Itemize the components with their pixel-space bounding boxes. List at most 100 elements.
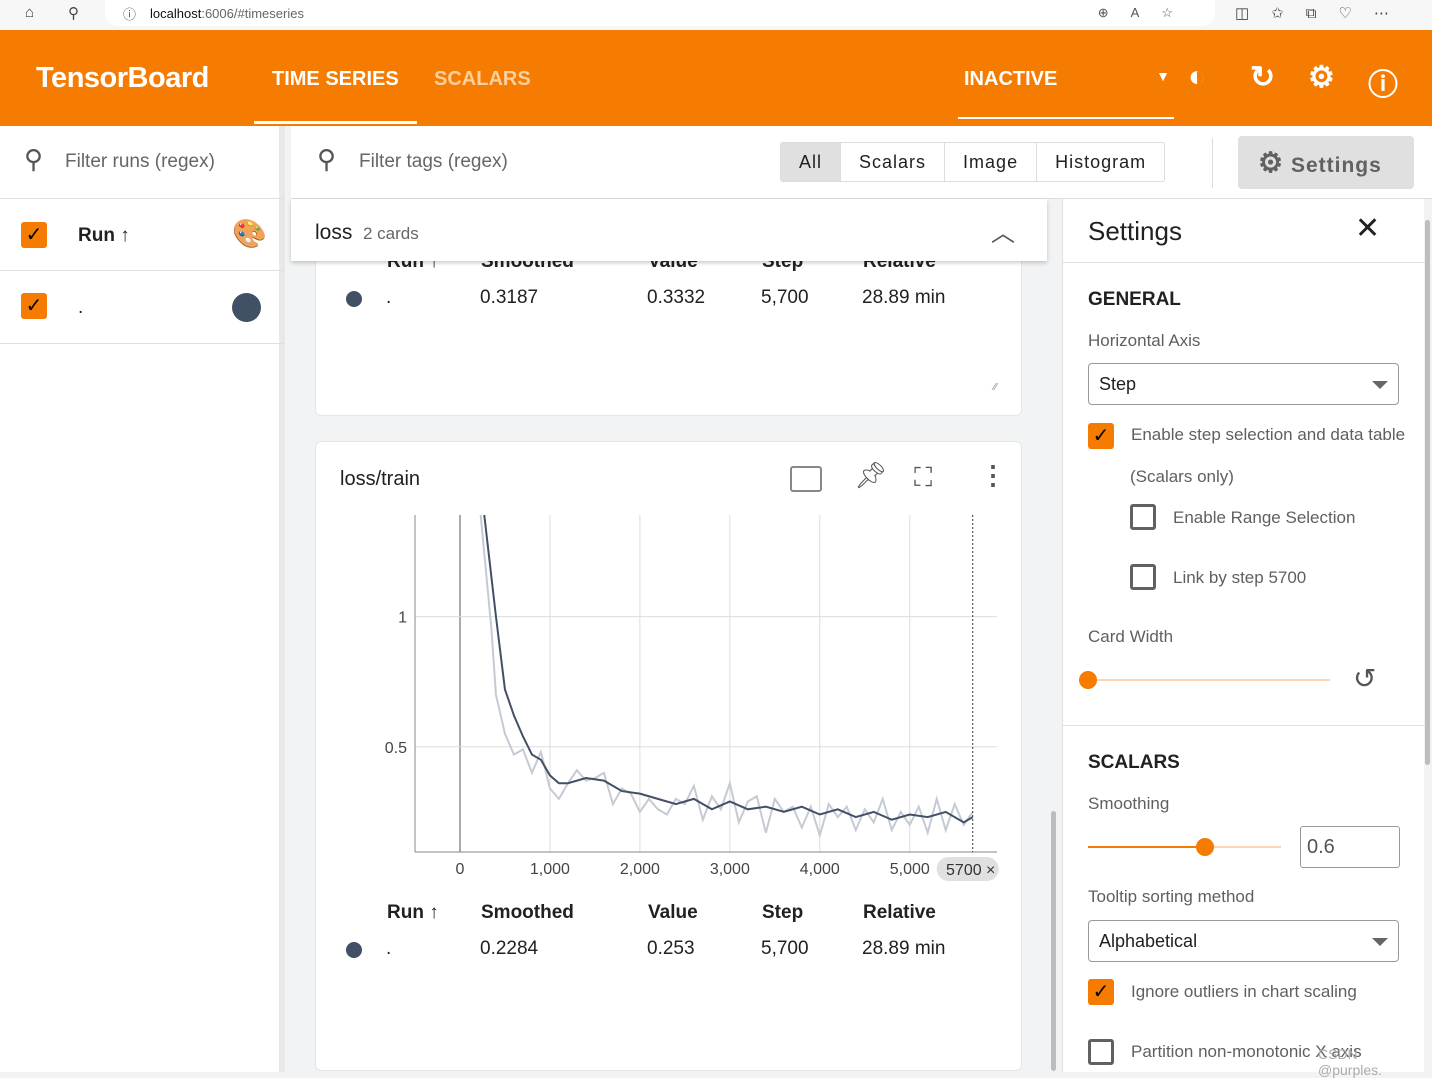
type-all-button[interactable]: All [781,143,842,181]
x-tick-label: 5,000 [890,861,930,878]
search-icon: ⚲ [24,144,44,174]
run-color-swatch[interactable] [232,293,261,322]
th-run: Run ↑ [387,902,439,923]
run-color-dot [346,291,362,307]
smoothing-slider[interactable] [1088,846,1281,848]
runs-header: ✓ Run ↑ 🎨 [0,199,285,271]
range-selection-checkbox[interactable] [1130,504,1156,530]
y-tick-label: 1 [398,610,407,627]
group-count: 2 cards [363,224,419,243]
run-column-header[interactable]: Run ↑ [78,225,130,247]
settings-gear-icon[interactable]: ⚙ [1308,60,1335,95]
run-state: INACTIVE [964,68,1058,90]
step-selection-label: Enable step selection and data table [1131,425,1406,444]
palette-icon[interactable]: 🎨 [232,217,267,250]
runs-filter-input[interactable]: Filter runs (regex) [65,151,215,173]
horizontal-axis-select[interactable]: Step [1088,363,1399,405]
card-width-slider[interactable] [1088,679,1330,681]
th-smoothed: Smoothed [481,902,574,923]
runs-sidebar: ⚲ Filter runs (regex) ✓ Run ↑ 🎨 ✓ . [0,126,285,1072]
reload-icon[interactable]: ↻ [1250,60,1275,95]
tags-filter-input[interactable]: Filter tags (regex) [359,151,508,173]
settings-title: Settings [1088,216,1182,246]
type-histogram-button[interactable]: Histogram [1037,143,1164,181]
horizontal-axis-label: Horizontal Axis [1088,331,1201,350]
card-width-thumb[interactable] [1079,671,1097,689]
x-tick-label: 0 [456,861,465,878]
main-panel: ⚲ Filter tags (regex) All Scalars Image … [291,126,1432,1072]
smoothed-series-line [483,514,974,824]
range-selection-label: Enable Range Selection [1173,508,1356,527]
group-header[interactable]: loss 2 cards ︿ [291,199,1047,261]
settings-scrollbar[interactable] [1425,220,1430,765]
link-by-step-checkbox[interactable] [1130,564,1156,590]
info-icon: ⓘ [123,6,137,22]
scalar-card-1: Run ↑ Smoothed Value Step Relative . 0.3… [315,236,1022,416]
smoothing-input[interactable]: 0.6 [1300,826,1400,868]
select-all-checkbox[interactable]: ✓ [21,222,47,248]
card-width-label: Card Width [1088,627,1174,646]
partition-checkbox[interactable] [1088,1039,1114,1065]
td-smoothed: 0.3187 [480,287,539,308]
settings-button[interactable]: ⚙ Settings [1238,136,1414,189]
smoothing-label: Smoothing [1088,794,1170,813]
fit-domain-icon[interactable] [790,466,822,492]
browser-bar: ⌂ ⚲ ⓘ localhost:6006/#timeseries ⊕A☆ ◫✩⧉… [0,0,1432,30]
gear-icon: ⚙ [1258,147,1285,178]
tooltip-sort-label: Tooltip sorting method [1088,887,1255,906]
brand-logo: TensorBoard [36,62,209,94]
run-name: . [78,297,84,318]
collapse-chevron-icon[interactable]: ︿ [991,213,1015,248]
td-relative: 28.89 min [862,287,946,308]
td-smoothed: 0.2284 [480,938,539,959]
more-vert-icon[interactable]: ⋮ [980,460,1006,491]
help-icon[interactable]: ⓘ [1368,60,1398,104]
plugin-type-filter: All Scalars Image Histogram [780,142,1166,182]
td-run: . [386,938,392,959]
browser-toolbar-icon[interactable]: ◫✩⧉♡⋯ [1235,4,1411,22]
smoothing-thumb[interactable] [1196,838,1214,856]
tab-time-series[interactable]: TIME SERIES [254,68,417,124]
tab-scalars[interactable]: SCALARS [434,68,531,91]
search-icon: ⚲ [317,144,337,174]
url-path: :6006/#timeseries [201,5,304,21]
dropdown-arrow-icon: ▼ [1156,68,1170,84]
app-header: TensorBoard TIME SERIES SCALARS INACTIVE… [0,30,1432,126]
theme-icon[interactable]: ◐ [1188,60,1206,94]
step-selection-checkbox[interactable]: ✓ [1088,423,1114,449]
search-icon[interactable]: ⚲ [68,4,79,22]
td-relative: 28.89 min [862,938,946,959]
resize-handle[interactable]: ⁄⁄ [994,382,997,393]
raw-series-line [479,514,974,839]
ignore-outliers-checkbox[interactable]: ✓ [1088,979,1114,1005]
close-icon[interactable]: ✕ [1355,211,1380,246]
browser-actions-icon[interactable]: ⊕A☆ [1098,5,1195,21]
y-tick-label: 0.5 [385,740,407,757]
home-icon[interactable]: ⌂ [25,4,34,21]
general-heading: GENERAL [1088,289,1181,310]
th-value: Value [648,902,698,923]
selected-step-label: 5700 × [946,862,995,879]
line-chart[interactable]: 0 1,000 2,000 3,000 4,000 5,000 0.5 1 5700 × [316,502,1023,902]
scalars-only-note: (Scalars only) [1130,467,1234,486]
type-image-button[interactable]: Image [945,143,1038,181]
run-checkbox[interactable]: ✓ [21,293,47,319]
type-scalars-button[interactable]: Scalars [841,143,946,181]
runs-filter[interactable]: ⚲ Filter runs (regex) [0,126,285,199]
reset-icon[interactable]: ↺ [1353,662,1376,695]
pin-icon[interactable]: 📌︎ [854,460,887,491]
run-item: ✓ . [0,271,285,344]
td-step: 5,700 [761,938,809,959]
x-tick-label: 2,000 [620,861,660,878]
td-step: 5,700 [761,287,809,308]
run-color-dot [346,942,362,958]
run-state-dropdown[interactable]: INACTIVE ▼ [958,68,1174,119]
address-bar[interactable]: ⓘ localhost:6006/#timeseries ⊕A☆ [105,0,1215,26]
x-tick-label: 1,000 [530,861,570,878]
link-by-step-label: Link by step 5700 [1173,568,1307,587]
settings-panel: Settings ✕ GENERAL Horizontal Axis Step … [1062,199,1425,1078]
main-scrollbar[interactable] [1051,811,1056,1071]
tooltip-sort-select[interactable]: Alphabetical [1088,920,1399,962]
settings-button-label: Settings [1290,154,1382,177]
fullscreen-icon[interactable]: ⛶ [914,462,932,494]
